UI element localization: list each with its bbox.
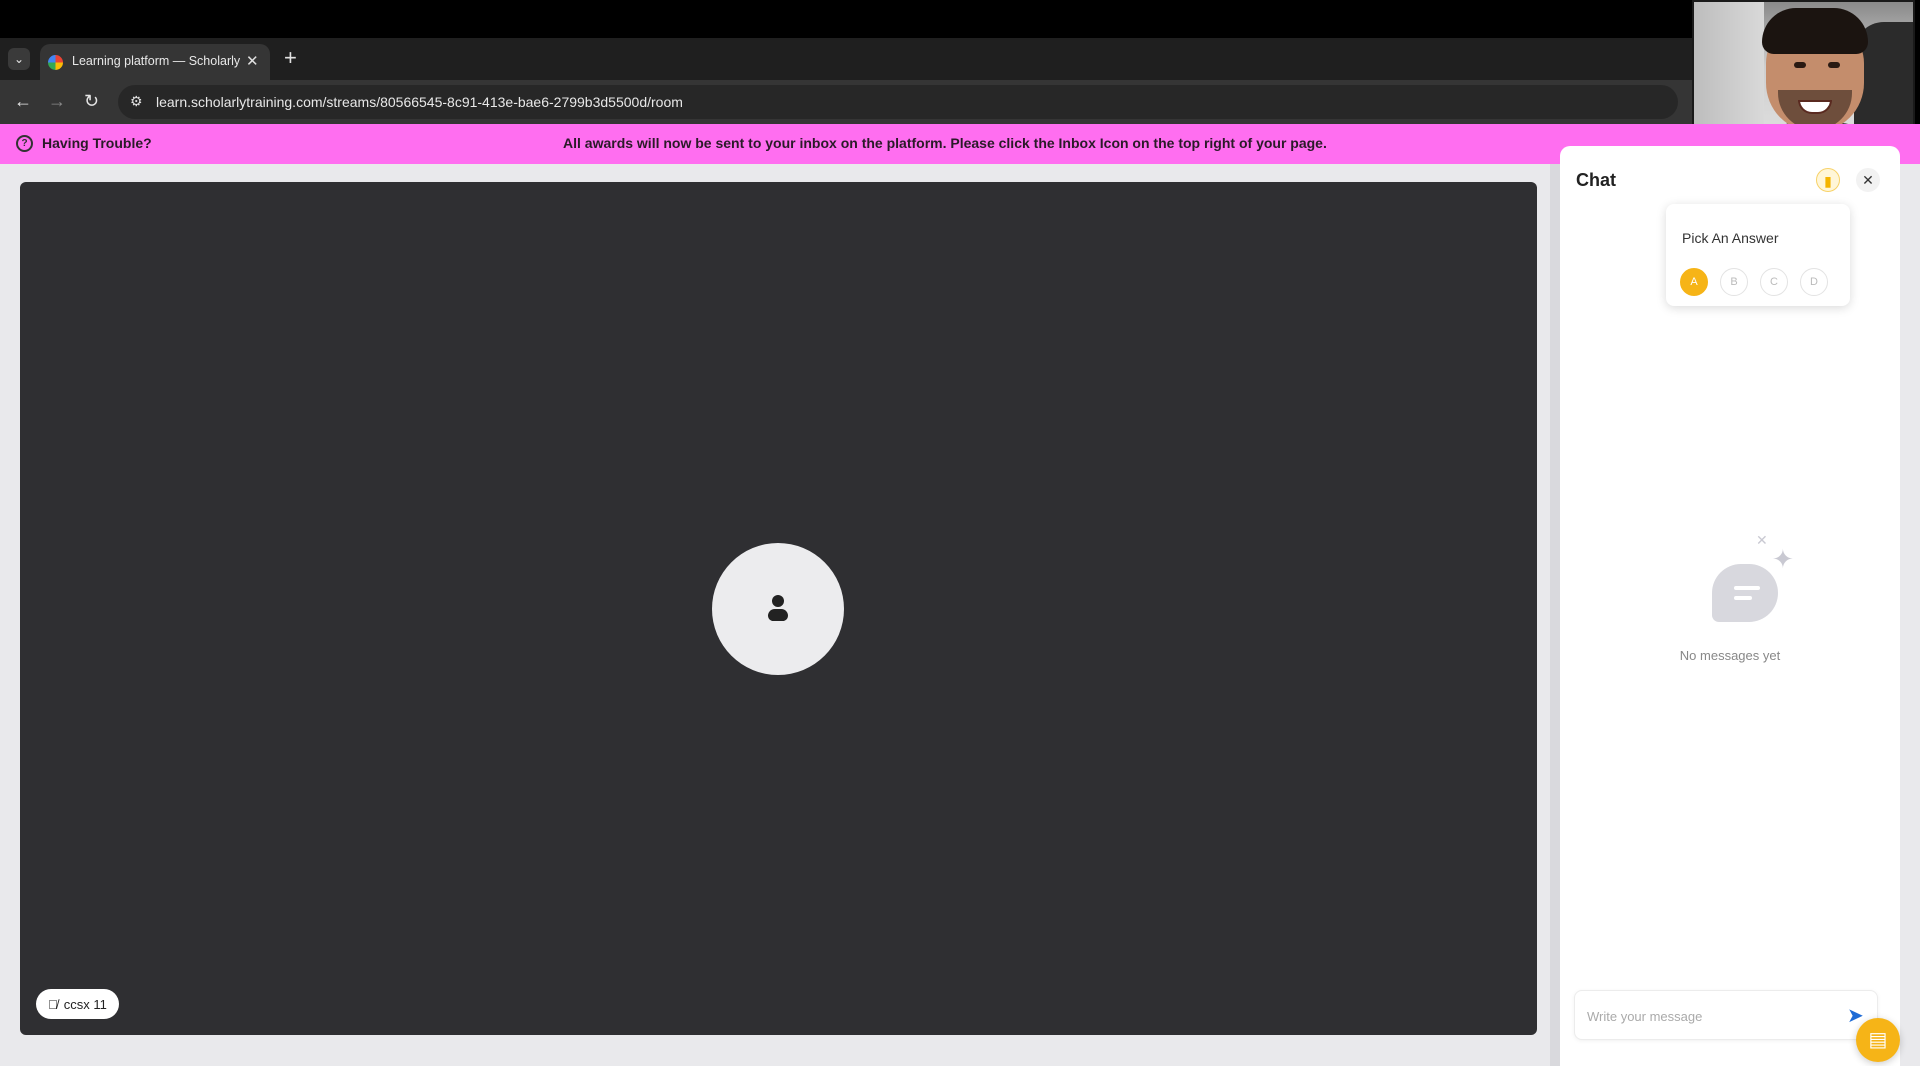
mic-off-icon: 🎙̸ [48, 996, 58, 1012]
poll-option-a[interactable]: A [1680, 268, 1708, 296]
browser-tab-strip: ⌄ Learning platform — Scholarly ✕ + [0, 38, 1692, 80]
banner-message: All awards will now be sent to your inbo… [563, 135, 1327, 151]
chat-toggle-icon[interactable]: ▤ [1856, 1018, 1900, 1062]
browser-tab-active[interactable]: Learning platform — Scholarly ✕ [40, 44, 270, 80]
favicon-icon [48, 55, 63, 70]
user-icon [766, 595, 790, 625]
participant-avatar [712, 543, 844, 675]
forward-arrow-icon[interactable]: → [48, 91, 66, 112]
chat-title: Chat [1576, 170, 1616, 190]
browser-toolbar: ← → ↻ ⚙ learn.scholarlytraining.com/stre… [0, 80, 1692, 124]
poll-card: Pick An Answer A B C D [1666, 204, 1850, 306]
poll-chart-icon[interactable]: ▮ [1816, 168, 1840, 192]
reload-icon[interactable]: ↻ [84, 91, 99, 112]
url-text[interactable]: learn.scholarlytraining.com/streams/8056… [156, 94, 683, 110]
right-margin [1900, 164, 1920, 1066]
having-trouble-link[interactable]: Having Trouble? [42, 135, 152, 151]
participant-name: ccsx 11 [63, 996, 107, 1012]
poll-option-b[interactable]: B [1720, 268, 1748, 296]
message-composer: ➤ [1574, 990, 1878, 1040]
panel-divider[interactable] [1550, 164, 1560, 1066]
tab-search-chevron-icon[interactable]: ⌄ [8, 48, 30, 70]
poll-option-d[interactable]: D [1800, 268, 1828, 296]
tab-title: Learning platform — Scholarly [72, 54, 241, 68]
message-input[interactable] [1587, 1005, 1827, 1027]
poll-title: Pick An Answer [1682, 230, 1779, 246]
tab-close-icon[interactable]: ✕ [246, 52, 259, 70]
participant-name-tag: 🎙̸ ccsx 11 [36, 989, 119, 1019]
chat-bubble-icon [1712, 564, 1778, 622]
help-icon[interactable]: ? [16, 135, 33, 152]
new-tab-button[interactable]: + [284, 46, 297, 70]
x-decoration-icon: ✕ [1756, 532, 1768, 548]
sparkle-icon: ✦ [1772, 544, 1794, 574]
video-stage: 🎙̸ ccsx 11 [20, 182, 1537, 1035]
back-arrow-icon[interactable]: ← [14, 91, 32, 112]
site-settings-icon[interactable]: ⚙ [130, 93, 143, 110]
close-icon[interactable]: ✕ [1856, 168, 1880, 192]
screen-top-bar [0, 0, 1920, 38]
empty-chat-illustration: ✕ ✦ [1700, 532, 1810, 632]
chat-panel: Chat ▮ ✕ Pick An Answer A B C D ✕ ✦ No m… [1560, 146, 1900, 1066]
poll-option-c[interactable]: C [1760, 268, 1788, 296]
empty-state-text: No messages yet [1679, 648, 1781, 663]
address-bar[interactable]: ⚙ learn.scholarlytraining.com/streams/80… [118, 85, 1678, 119]
